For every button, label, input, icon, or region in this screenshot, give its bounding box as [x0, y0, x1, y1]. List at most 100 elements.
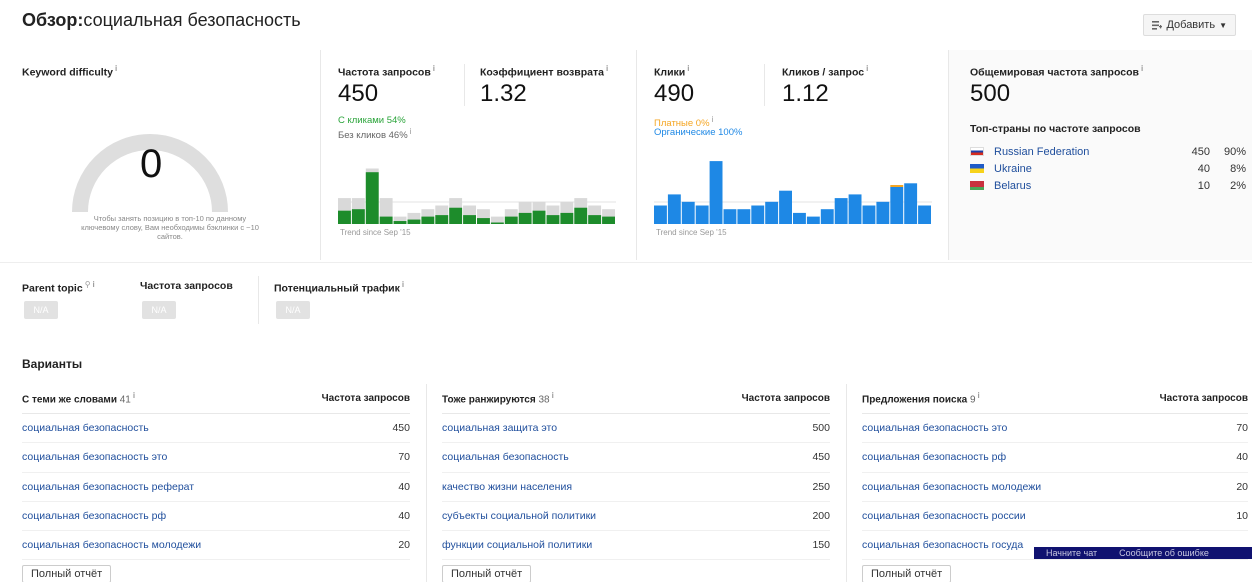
table-row: социальная безопасность рф 40 — [862, 443, 1248, 473]
parent-volume-value: N/A — [142, 301, 176, 319]
clicks-bar — [806, 216, 820, 224]
keyword-link[interactable]: социальная безопасность это — [862, 422, 1007, 434]
metric-divider — [464, 64, 465, 106]
search-volume-label: Частота запросов i — [338, 64, 435, 79]
column-title-text: Предложения поиска — [862, 394, 968, 406]
parent-volume-label: Частота запросов — [140, 280, 233, 292]
keyword-link[interactable]: социальная безопасность молодежи — [22, 539, 201, 551]
keyword-link[interactable]: социальная безопасность молодежи — [862, 481, 1041, 493]
keyword-link[interactable]: субъекты социальной политики — [442, 510, 596, 522]
table-row: социальная безопасность молодежи 20 — [22, 531, 410, 561]
country-link[interactable]: Ukraine — [994, 163, 1170, 175]
info-icon[interactable]: i — [410, 127, 412, 136]
keyword-link[interactable]: социальная безопасность — [22, 422, 149, 434]
keyword-link[interactable]: социальная безопасность россии — [862, 510, 1026, 522]
info-icon[interactable]: i — [93, 280, 95, 289]
section-divider — [0, 262, 1252, 263]
table-row: социальная безопасность это 70 — [862, 414, 1248, 444]
info-icon[interactable]: i — [1141, 64, 1143, 73]
keyword-link[interactable]: социальная безопасность госуда — [862, 539, 1023, 551]
clicks-bar — [862, 205, 876, 224]
volume-bar-clicks — [338, 210, 351, 224]
info-icon[interactable]: i — [687, 64, 689, 73]
info-icon[interactable]: i — [115, 64, 117, 73]
country-link[interactable]: Belarus — [994, 180, 1170, 192]
potential-traffic-label: Потенциальный трафик i — [274, 280, 404, 295]
chevron-down-icon: ▼ — [1219, 20, 1227, 30]
volume-header: Частота запросов — [321, 393, 410, 404]
metric-divider — [764, 64, 765, 106]
keyword-link[interactable]: функции социальной политики — [442, 539, 592, 551]
volume-header: Частота запросов — [1159, 393, 1248, 404]
info-icon[interactable]: i — [402, 280, 404, 289]
clicks-bar — [779, 190, 792, 224]
page-title: Обзор:социальная безопасность — [22, 10, 301, 31]
column-title-text: Тоже ранжируются — [442, 394, 536, 406]
info-icon[interactable]: i — [978, 391, 980, 400]
clicks-per-search-label-text: Кликов / запрос — [782, 66, 865, 79]
keyword-link[interactable]: социальная безопасность рф — [862, 451, 1006, 463]
keyword-link[interactable]: социальная безопасность — [442, 451, 569, 463]
country-volume: 10 — [1197, 179, 1210, 192]
table-row: функции социальной политики 150 — [442, 531, 830, 561]
parent-topic-value: N/A — [24, 301, 58, 319]
report-bug-link[interactable]: Сообщите об ошибке — [1119, 548, 1209, 558]
keyword-volume: 150 — [812, 539, 830, 552]
keyword-link[interactable]: социальная безопасность это — [22, 451, 167, 463]
info-icon[interactable]: i — [866, 64, 868, 73]
with-clicks-pct: С кликами 54% — [338, 115, 406, 126]
parent-topic-label: Parent topic ⚲ i — [22, 280, 95, 295]
top-countries-label: Топ-страны по частоте запросов — [970, 123, 1141, 135]
info-icon[interactable]: i — [712, 115, 714, 124]
volume-bar-clicks — [546, 215, 560, 224]
clicks-bar — [765, 201, 779, 224]
table-row: социальная безопасность это 70 — [22, 443, 410, 473]
column-title[interactable]: С теми же словами 41 i — [22, 391, 135, 405]
organic-clicks-pct: Органические 100% — [654, 127, 743, 138]
column-count: 38 — [538, 394, 550, 406]
info-icon[interactable]: i — [552, 391, 554, 400]
keyword-volume: 70 — [398, 451, 410, 464]
full-report-button[interactable]: Полный отчёт — [442, 565, 532, 582]
keyword-difficulty-label-text: Keyword difficulty — [22, 66, 114, 79]
column-header: Тоже ранжируются 38 i Частота запросов — [442, 384, 830, 414]
paid-clicks-marker — [890, 185, 904, 187]
also-rank-column: Тоже ранжируются 38 i Частота запросов со… — [442, 384, 830, 582]
column-title[interactable]: Тоже ранжируются 38 i — [442, 391, 554, 405]
panel-divider — [636, 50, 637, 260]
start-chat-link[interactable]: Начните чат — [1046, 548, 1097, 558]
clicks-bar — [695, 205, 709, 224]
country-link[interactable]: Russian Federation — [994, 146, 1170, 158]
global-volume-value: 500 — [970, 80, 1011, 107]
keyword-difficulty-note: Чтобы занять позицию в топ-10 по данному… — [81, 214, 259, 241]
volume-bar-clicks — [588, 215, 602, 224]
column-title[interactable]: Предложения поиска 9i — [862, 391, 980, 405]
full-report-button[interactable]: Полный отчёт — [862, 565, 952, 582]
table-row: социальная безопасность россии 10 — [862, 502, 1248, 532]
full-report-button[interactable]: Полный отчёт — [22, 565, 112, 582]
no-clicks-pct: Без кликов 46% i — [338, 127, 411, 141]
clicks-bar — [681, 201, 695, 224]
keyword-link[interactable]: социальная защита это — [442, 422, 557, 434]
no-clicks-pct-text: Без кликов 46% — [338, 130, 408, 142]
clicks-bar — [654, 205, 667, 224]
search-icon[interactable]: ⚲ — [85, 280, 91, 289]
clicks-bar — [890, 187, 904, 224]
country-volume: 450 — [1191, 145, 1210, 158]
search-volume-value: 450 — [338, 80, 379, 107]
keyword-link[interactable]: социальная безопасность реферат — [22, 481, 194, 493]
volume-trend-chart — [338, 168, 616, 224]
clicks-bar — [876, 201, 890, 224]
keyword-volume: 20 — [1236, 480, 1248, 493]
keyword-link[interactable]: социальная безопасность рф — [22, 510, 166, 522]
volume-bar-clicks — [560, 212, 574, 224]
return-rate-label: Коэффициент возврата i — [480, 64, 608, 79]
variants-title: Варианты — [22, 357, 83, 371]
add-button[interactable]: Добавить ▼ — [1143, 14, 1236, 36]
keyword-volume: 250 — [812, 480, 830, 493]
volume-bar-clicks — [574, 207, 588, 224]
info-icon[interactable]: i — [133, 391, 135, 400]
keyword-link[interactable]: качество жизни населения — [442, 481, 572, 493]
info-icon[interactable]: i — [433, 64, 435, 73]
info-icon[interactable]: i — [606, 64, 608, 73]
